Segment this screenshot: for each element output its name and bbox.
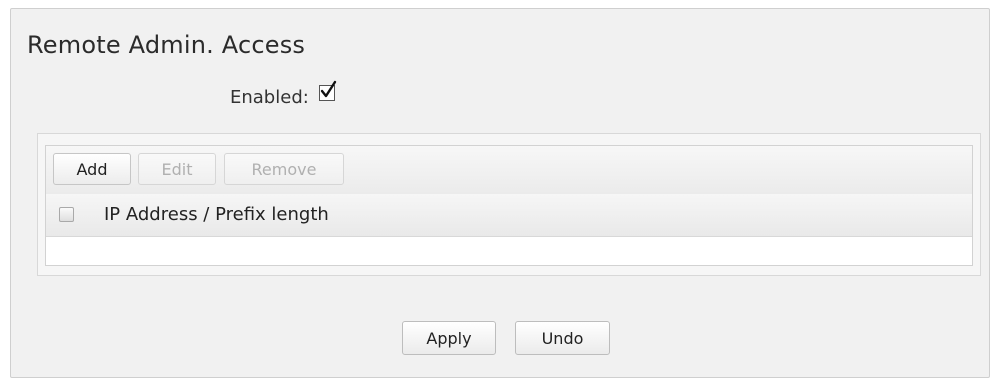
select-all-checkbox[interactable] — [59, 207, 74, 222]
enabled-checkbox[interactable] — [318, 80, 337, 101]
apply-button[interactable]: Apply — [402, 321, 496, 355]
enabled-row: Enabled: — [230, 80, 337, 109]
undo-button[interactable]: Undo — [515, 321, 610, 355]
remote-admin-panel: Remote Admin. Access Enabled: Add Edit R… — [10, 8, 990, 378]
edit-button[interactable]: Edit — [138, 153, 216, 185]
add-button[interactable]: Add — [53, 153, 131, 185]
table-toolbar: Add Edit Remove — [46, 146, 972, 195]
ip-table: Add Edit Remove IP Address / Prefix leng… — [45, 145, 973, 266]
remove-button[interactable]: Remove — [224, 153, 344, 185]
checkmark-icon — [320, 80, 337, 98]
ip-table-container: Add Edit Remove IP Address / Prefix leng… — [37, 133, 981, 276]
enabled-label: Enabled: — [230, 86, 309, 108]
table-header-row: IP Address / Prefix length — [46, 194, 972, 237]
section-title: Remote Admin. Access — [27, 31, 306, 59]
column-header-ip-prefix: IP Address / Prefix length — [104, 204, 329, 225]
